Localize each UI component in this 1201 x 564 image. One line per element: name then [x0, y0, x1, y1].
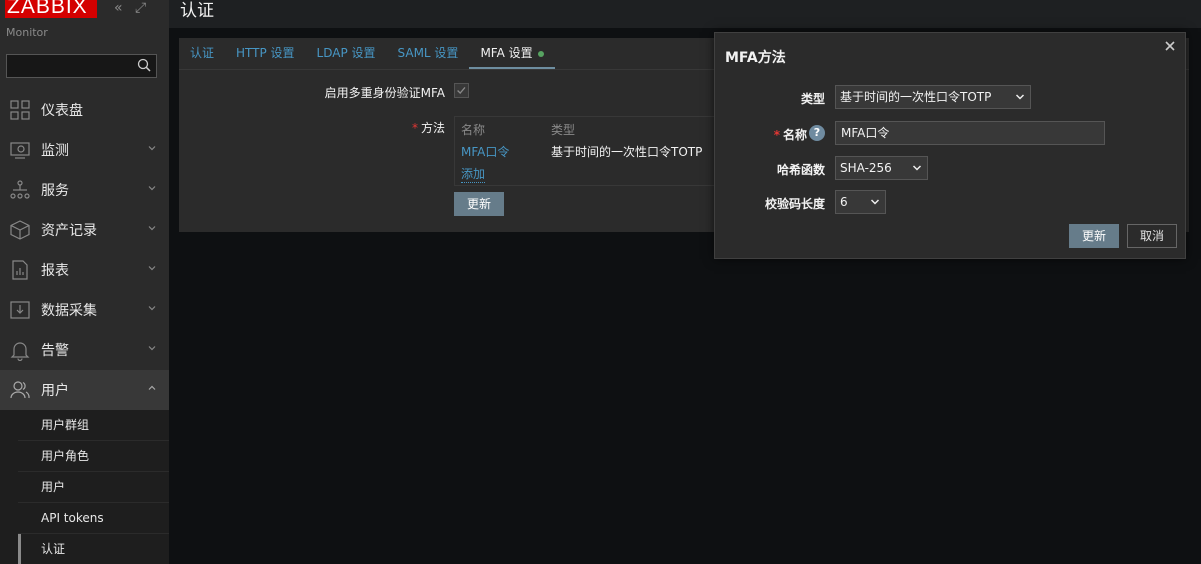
menu-label: 报表 [41, 263, 69, 279]
submenu-item-user-roles[interactable]: 用户角色 [18, 441, 169, 472]
tab-label: MFA 设置 [480, 46, 533, 60]
submenu-item-users[interactable]: 用户 [18, 472, 169, 503]
data-collection-icon [10, 301, 30, 319]
chevron-down-icon [148, 306, 156, 311]
methods-label-text: 方法 [420, 121, 445, 135]
menu-label: 仪表盘 [41, 103, 83, 119]
inventory-icon [10, 220, 30, 240]
chevron-down-icon [148, 346, 156, 351]
tab-http-settings[interactable]: HTTP 设置 [225, 38, 306, 69]
submenu-item-user-groups[interactable]: 用户群组 [18, 410, 169, 441]
name-label-text: 名称 [782, 128, 807, 142]
kiosk-mode-icon[interactable]: ⤢ [135, 0, 146, 16]
dashboard-icon [10, 100, 30, 120]
collapse-sidebar-icon[interactable]: « [114, 0, 123, 16]
close-icon[interactable] [1163, 39, 1177, 53]
tab-saml-settings[interactable]: SAML 设置 [387, 38, 470, 69]
chevron-down-icon [870, 199, 880, 205]
enable-mfa-checkbox[interactable] [454, 83, 469, 98]
col-name-header: 名称 [461, 123, 486, 137]
header-band [169, 0, 1201, 28]
chevron-down-icon [148, 266, 156, 271]
checkmark-icon [457, 87, 466, 95]
submenu-item-api-tokens[interactable]: API tokens [18, 503, 169, 534]
menu-label: 资产记录 [41, 223, 97, 239]
type-select[interactable]: 基于时间的一次性口令TOTP [835, 85, 1031, 109]
required-marker: * [773, 128, 780, 142]
name-input[interactable]: MFA口令 [835, 121, 1105, 145]
hash-select-value: SHA-256 [840, 161, 892, 175]
menu-label: 用户 [41, 383, 69, 399]
type-label: 类型 [800, 92, 825, 106]
menu-item-alerts[interactable]: 告警 [0, 330, 169, 370]
monitoring-icon [10, 142, 30, 159]
zabbix-logo[interactable]: ZABBIX [5, 0, 97, 18]
methods-label: * 方法 [379, 119, 445, 136]
help-icon[interactable]: ? [809, 125, 825, 141]
tab-authentication[interactable]: 认证 [179, 38, 225, 69]
chevron-down-icon [1015, 94, 1025, 100]
dialog-title: MFA方法 [725, 50, 786, 66]
mfa-method-dialog: MFA方法 类型 基于时间的一次性口令TOTP * 名称 ? MFA口令 哈希函数… [714, 32, 1186, 259]
menu-label: 告警 [41, 343, 69, 359]
sidebar-tools: « ⤢ [114, 0, 154, 16]
app-root: ZABBIX « ⤢ Monitor 仪表盘 监测 服务 资产记录 报表 数据采… [0, 0, 1201, 564]
name-label: * 名称 [697, 126, 807, 143]
tab-mfa-settings[interactable]: MFA 设置 [469, 38, 555, 69]
hash-function-select[interactable]: SHA-256 [835, 156, 928, 180]
bell-icon [10, 342, 30, 361]
menu-label: 服务 [41, 183, 69, 199]
code-length-value: 6 [840, 195, 848, 209]
menu-item-inventory[interactable]: 资产记录 [0, 210, 169, 250]
add-method-link[interactable]: 添加 [461, 165, 486, 183]
type-select-value: 基于时间的一次性口令TOTP [840, 90, 992, 104]
search-input[interactable] [6, 54, 157, 78]
enable-mfa-label: 启用多重身份验证MFA [324, 86, 445, 100]
users-icon [10, 381, 30, 399]
page-title: 认证 [180, 1, 214, 21]
server-name: Monitor [6, 26, 48, 39]
menu-item-services[interactable]: 服务 [0, 170, 169, 210]
chevron-up-icon [148, 385, 156, 390]
dialog-cancel-button[interactable]: 取消 [1127, 224, 1178, 248]
dialog-update-button[interactable]: 更新 [1069, 224, 1120, 248]
required-marker: * [411, 121, 418, 135]
code-length-select[interactable]: 6 [835, 190, 886, 214]
chevron-down-icon [148, 226, 156, 231]
menu-label: 监测 [41, 143, 69, 159]
chevron-down-icon [912, 165, 922, 171]
reports-icon [12, 260, 28, 280]
search-icon[interactable] [137, 58, 151, 72]
code-length-label: 校验码长度 [764, 197, 825, 211]
submenu-item-authentication[interactable]: 认证 [18, 534, 169, 564]
chevron-down-icon [148, 186, 156, 191]
menu-item-data-collection[interactable]: 数据采集 [0, 290, 169, 330]
status-dot-icon [537, 50, 544, 57]
hash-function-label: 哈希函数 [776, 163, 825, 177]
sidebar: ZABBIX « ⤢ Monitor 仪表盘 监测 服务 资产记录 报表 数据采… [0, 0, 169, 564]
update-button[interactable]: 更新 [454, 192, 505, 216]
menu-item-monitoring[interactable]: 监测 [0, 130, 169, 170]
menu-item-users[interactable]: 用户 [0, 370, 169, 410]
col-type-header: 类型 [551, 123, 576, 137]
users-submenu: 用户群组 用户角色 用户 API tokens 认证 [0, 410, 169, 564]
chevron-down-icon [148, 146, 156, 151]
menu-item-dashboard[interactable]: 仪表盘 [0, 90, 169, 130]
menu-label: 数据采集 [41, 303, 97, 319]
method-type-value: 基于时间的一次性口令TOTP [551, 145, 703, 159]
tab-ldap-settings[interactable]: LDAP 设置 [306, 38, 387, 69]
main-menu: 仪表盘 监测 服务 资产记录 报表 数据采集 告警 用户 用户群组 用户角色 用… [0, 90, 169, 564]
menu-item-reports[interactable]: 报表 [0, 250, 169, 290]
method-name-link[interactable]: MFA口令 [461, 143, 509, 160]
services-icon [10, 180, 30, 199]
